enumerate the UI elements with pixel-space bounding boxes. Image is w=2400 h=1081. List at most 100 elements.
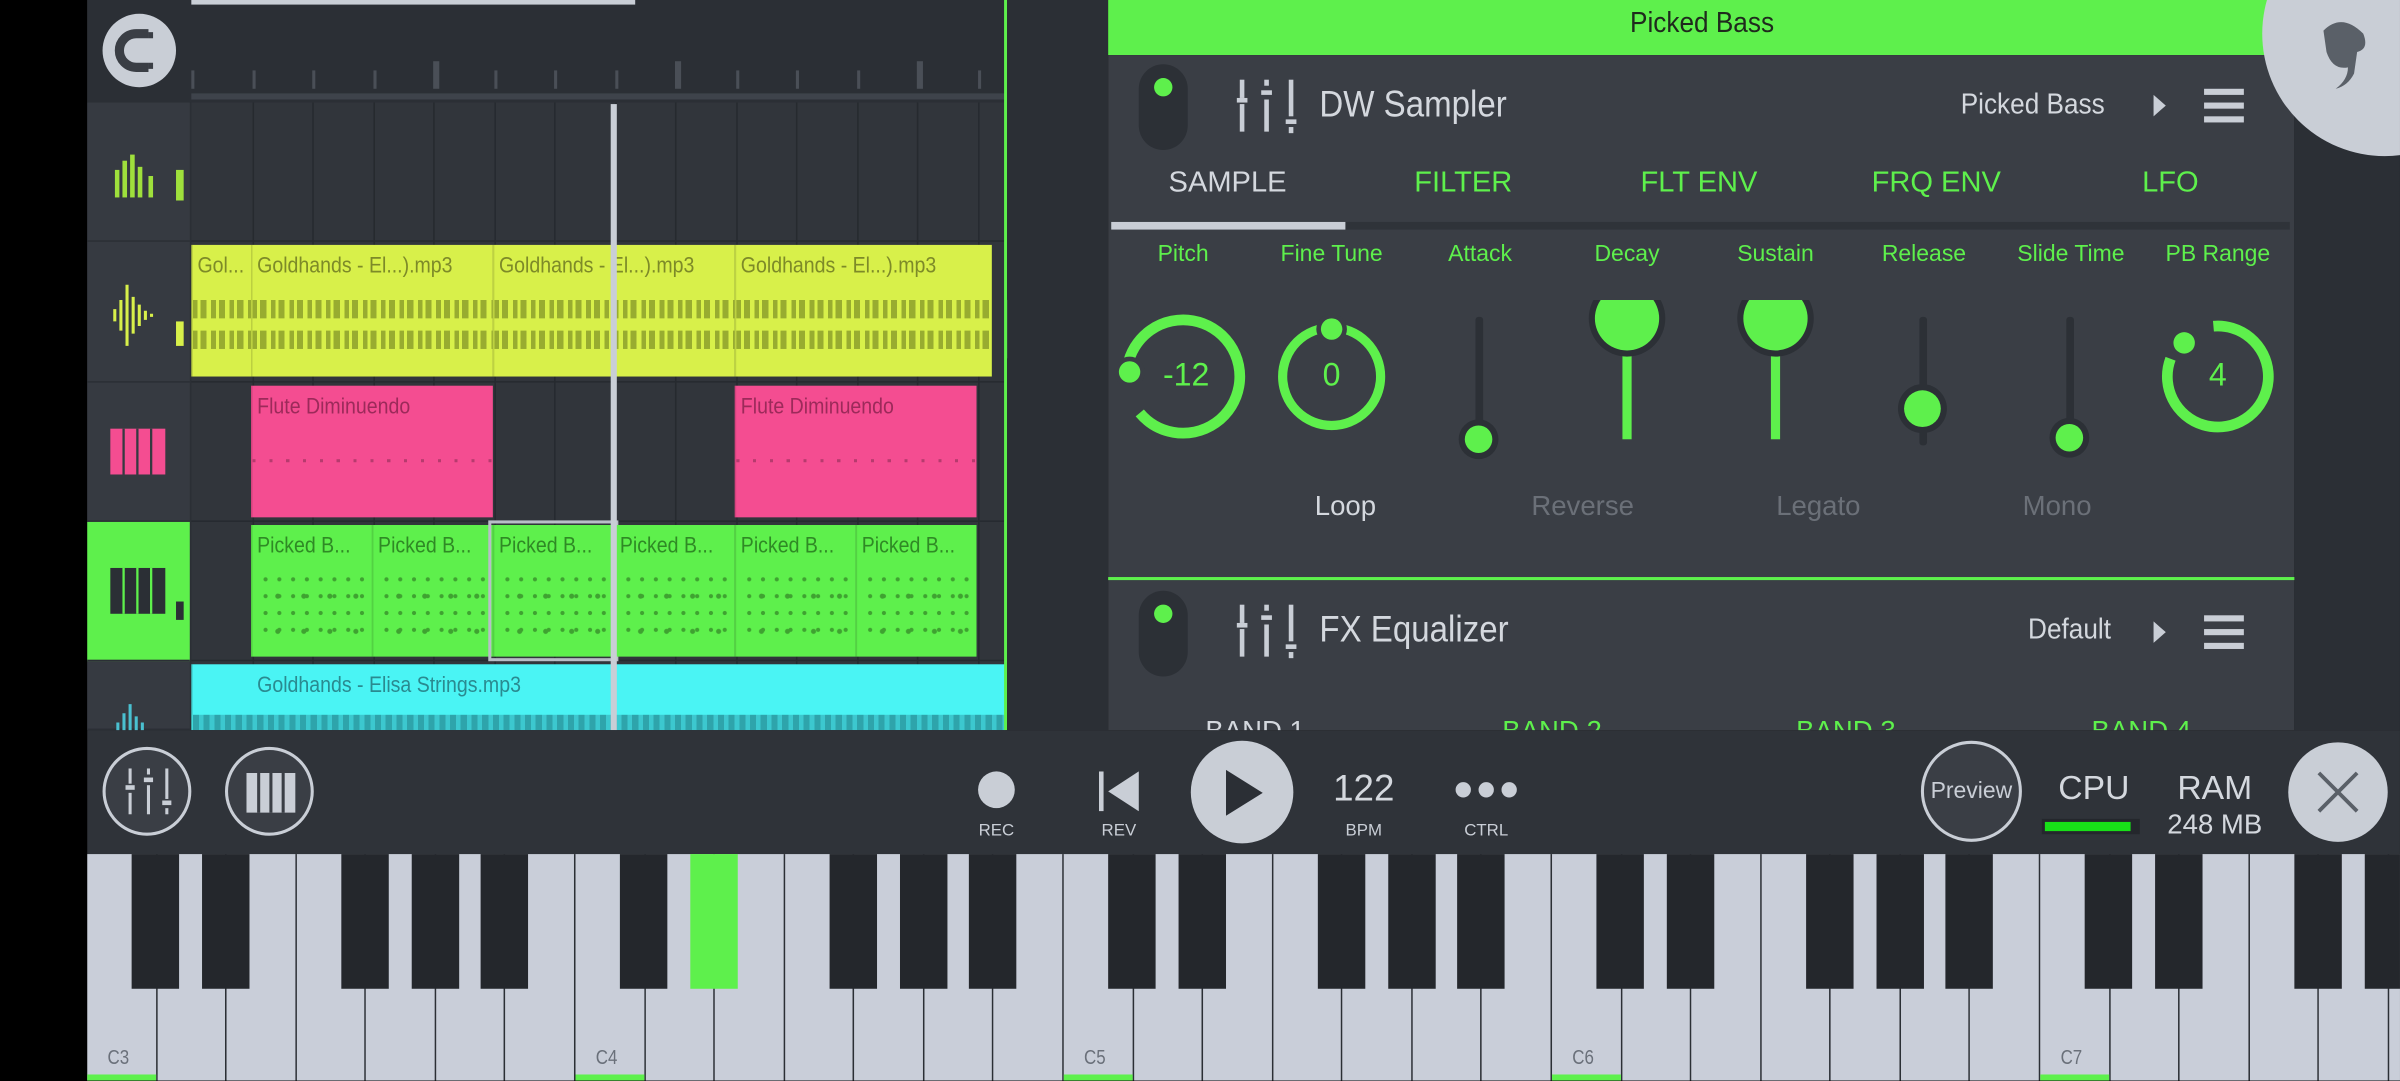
tab-frq-env[interactable]: FRQ ENV <box>1872 167 2001 201</box>
black-key-G#4[interactable] <box>899 854 948 989</box>
black-key-G#5[interactable] <box>1388 854 1436 989</box>
tempo-value[interactable]: 122 <box>1333 768 1394 811</box>
pattern-clip[interactable]: Flute Diminuendo <box>734 385 977 518</box>
black-key-D#5[interactable] <box>1178 854 1226 989</box>
track-header-1[interactable] <box>87 102 190 242</box>
pitch-value: -12 <box>1162 358 1210 394</box>
pattern-clip[interactable]: Picked B... <box>734 524 856 657</box>
track-header-5[interactable] <box>87 661 190 732</box>
black-key-C#3[interactable] <box>131 854 180 989</box>
next-preset-icon[interactable] <box>2153 94 2166 117</box>
black-key-G#6[interactable] <box>1876 854 1924 989</box>
piano-roll-button[interactable] <box>224 746 314 836</box>
mixer-button[interactable] <box>102 746 192 836</box>
timeline-ruler[interactable] <box>87 0 1006 103</box>
ruler-tick <box>251 70 255 89</box>
black-key-A#6[interactable] <box>1945 854 1993 989</box>
pattern-clip[interactable]: Picked B... <box>613 524 735 657</box>
equalizer-menu-icon[interactable] <box>2204 615 2244 649</box>
attack-label: Attack <box>1448 241 1512 268</box>
black-key-A#4[interactable] <box>968 854 1017 989</box>
black-key-C#4[interactable] <box>619 854 668 989</box>
record-button[interactable] <box>978 771 1015 809</box>
black-key-F#3[interactable] <box>341 854 389 989</box>
more-dots-button[interactable] <box>1454 779 1521 800</box>
magnet-icon <box>114 29 154 72</box>
clip-label: Picked B... <box>378 534 472 559</box>
pattern-clip[interactable]: Picked B... <box>855 524 977 657</box>
equalizer-mixer-icon[interactable] <box>1236 604 1298 660</box>
black-key-F#6[interactable] <box>1806 854 1854 989</box>
cpu-meter <box>2041 818 2140 835</box>
black-key-D#7[interactable] <box>2155 854 2203 989</box>
pattern-clip[interactable]: Picked B... <box>371 524 493 657</box>
audio-clip[interactable]: Goldhands - Elisa Strings.mp3 <box>191 664 1006 731</box>
octave-label: C3 <box>107 1045 130 1069</box>
tab-filter[interactable]: FILTER <box>1414 167 1512 201</box>
clip-label: Picked B... <box>498 534 593 559</box>
black-key-D#3[interactable] <box>202 854 250 989</box>
black-key-G#3[interactable] <box>411 854 460 989</box>
sampler-mixer-icon[interactable] <box>1236 79 1298 135</box>
legato-toggle[interactable]: Legato <box>1776 491 1860 523</box>
fruit-logo-icon <box>2323 22 2366 89</box>
mixer-icon <box>125 768 172 815</box>
preset-name[interactable]: Picked Bass <box>1961 89 2105 123</box>
track-header-4-selected[interactable] <box>87 521 190 662</box>
black-key-D#6[interactable] <box>1666 854 1715 989</box>
octave-label: C7 <box>2060 1045 2083 1069</box>
sustain-slider[interactable] <box>1737 299 1814 440</box>
black-key-F#7[interactable] <box>2294 854 2342 989</box>
octave-label: C6 <box>1572 1045 1594 1069</box>
mono-toggle[interactable]: Mono <box>2023 491 2092 523</box>
loop-toggle[interactable]: Loop <box>1315 491 1376 523</box>
next-preset-icon[interactable] <box>2153 621 2166 643</box>
preview-button[interactable]: Preview <box>1920 740 2022 842</box>
tab-sample[interactable]: SAMPLE <box>1169 167 1287 201</box>
ruler-tick <box>795 70 799 89</box>
black-key-D#4[interactable] <box>690 854 738 989</box>
pattern-clip[interactable]: Flute Diminuendo <box>251 385 493 518</box>
magnet-snap-button[interactable] <box>102 13 177 88</box>
clip-label: Goldhands - El...).mp3 <box>498 254 695 279</box>
play-icon <box>1226 769 1263 816</box>
channel-title: Picked Bass <box>1630 7 1775 40</box>
ruler-tick <box>674 61 682 89</box>
release-slider[interactable] <box>1897 316 1947 446</box>
decay-slider[interactable] <box>1588 299 1666 440</box>
close-button[interactable] <box>2288 742 2388 842</box>
black-key-C#5[interactable] <box>1108 854 1156 989</box>
audio-clip[interactable]: Goldhands - El...).mp3 <box>734 244 992 377</box>
sampler-menu-icon[interactable] <box>2204 88 2244 123</box>
black-key-C#7[interactable] <box>2084 854 2133 989</box>
pattern-clip[interactable]: Picked B... <box>251 524 372 657</box>
preset-name[interactable]: Default <box>2028 614 2111 648</box>
equalizer-enable-toggle[interactable] <box>1138 590 1188 677</box>
track-header-2[interactable] <box>87 241 190 383</box>
play-button[interactable] <box>1190 740 1294 844</box>
black-key-F#5[interactable] <box>1317 854 1366 989</box>
reverse-toggle[interactable]: Reverse <box>1531 491 1634 523</box>
clip-label: Picked B... <box>257 534 351 559</box>
audio-clip[interactable]: Gol... <box>191 244 252 377</box>
channel-title-bar[interactable]: Picked Bass <box>1108 0 2295 56</box>
black-key-C#6[interactable] <box>1596 854 1644 989</box>
tab-flt-env[interactable]: FLT ENV <box>1641 167 1758 201</box>
playlist-scrollbar[interactable] <box>191 0 636 5</box>
playhead[interactable] <box>610 104 617 731</box>
preview-label: Preview <box>1930 778 2013 805</box>
pattern-clip-selected[interactable]: Picked B... <box>488 520 619 662</box>
sampler-enable-toggle[interactable] <box>1138 64 1188 150</box>
rewind-button[interactable] <box>1098 771 1142 812</box>
black-key-A#5[interactable] <box>1457 854 1505 989</box>
black-key-F#4[interactable] <box>829 854 878 989</box>
track-header-3[interactable] <box>87 382 190 522</box>
tab-lfo[interactable]: LFO <box>2142 167 2199 201</box>
attack-slider[interactable] <box>1458 316 1499 460</box>
black-key-G#7[interactable] <box>2364 854 2400 989</box>
slide-time-slider[interactable] <box>2049 316 2090 458</box>
active-tab-indicator <box>1111 221 1346 230</box>
audio-clip[interactable]: Goldhands - El...).mp3 <box>251 244 493 377</box>
clip-label: Picked B... <box>740 534 835 559</box>
black-key-A#3[interactable] <box>480 854 529 989</box>
